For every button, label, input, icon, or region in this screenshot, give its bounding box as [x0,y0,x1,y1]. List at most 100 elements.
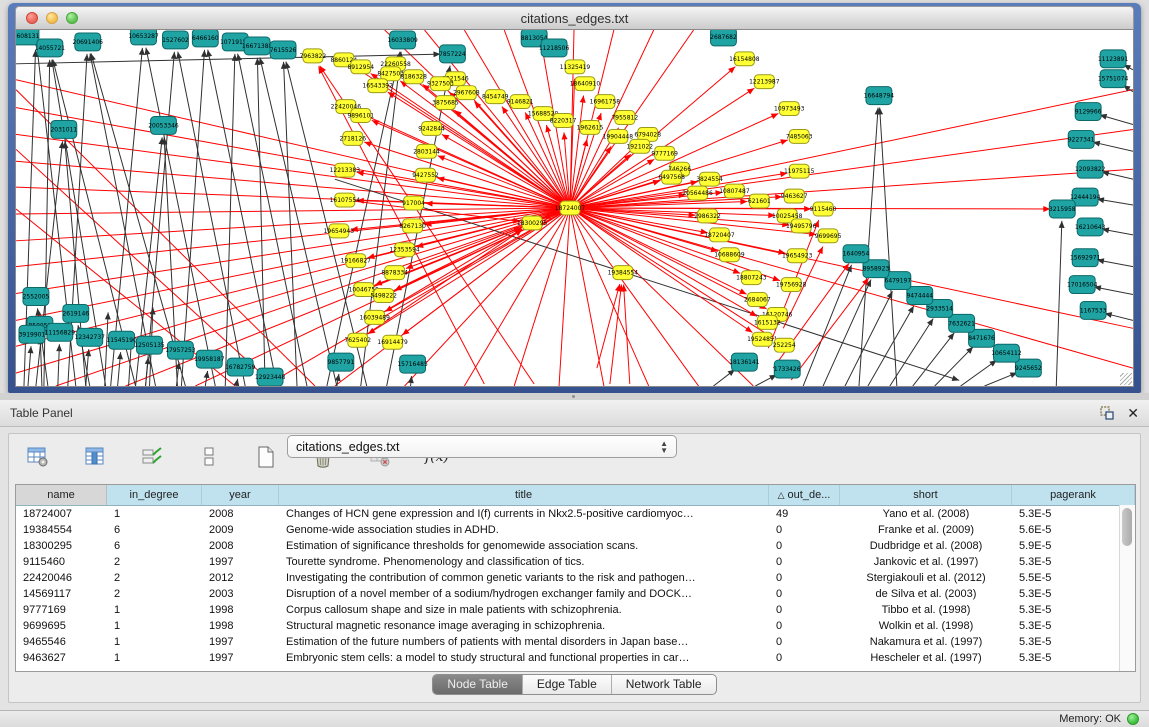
graph-node-label: 8186328 [400,74,427,81]
graph-node-label: 9245652 [1015,365,1042,372]
table-cell: Franke et al. (2009) [840,524,1012,536]
window-title: citations_edges.txt [521,11,629,26]
close-panel-icon[interactable]: ✕ [1127,406,1139,420]
graph-node-label: 6479197 [885,278,912,285]
graph-node-label: 7955812 [612,115,639,122]
column-header-name[interactable]: name [16,485,107,505]
graph-node-label: 2933514 [926,305,953,312]
graph-node-label: 2684067 [744,296,771,303]
graph-node-label: 16961758 [590,99,621,106]
column-header-out-degree[interactable]: △out_de... [769,485,840,505]
table-cell: 18300295 [16,540,107,552]
column-header-in-degree[interactable]: in_degree [107,485,202,505]
graph-node-label: 14055721 [35,45,66,52]
graph-node-label: 3919901 [19,331,46,338]
table-row[interactable]: 946554611997Estimation of the future num… [16,634,1135,650]
select-rows-button[interactable] [137,444,167,470]
table-row[interactable]: 1456911722003Disruption of a novel membe… [16,586,1135,602]
table-cell: 0 [769,588,840,600]
table-cell: 5.5E-5 [1012,572,1135,584]
graph-node-label: 10973493 [774,106,805,113]
table-row[interactable]: 911546021997Tourette syndrome. Phenomeno… [16,554,1135,570]
table-cell: Dudbridge et al. (2008) [840,540,1012,552]
table-cell: 5.3E-5 [1012,588,1135,600]
column-header-title[interactable]: title [279,485,769,505]
table-cell: 2012 [202,572,279,584]
network-canvas[interactable]: 1872400788601248912954222605588427503165… [15,30,1134,387]
table-row[interactable]: 977716911998Corpus callosum shape and si… [16,602,1135,618]
panel-splitter[interactable] [0,393,1149,400]
tab-node-table[interactable]: Node Table [433,675,523,694]
show-column-button[interactable] [80,444,110,470]
table-cell: 19384554 [16,524,107,536]
table-cell: 14569117 [16,588,107,600]
table-row[interactable]: 1830029562008Estimation of significance … [16,538,1135,554]
table-cell: 0 [769,524,840,536]
graph-node-label: 18136141 [729,359,760,366]
sort-ascending-icon: △ [778,490,785,501]
tab-edge-table[interactable]: Edge Table [523,675,612,694]
table-cell: Stergiakouli et al. (2012) [840,572,1012,584]
table-gear-icon [27,447,49,467]
float-panel-icon[interactable] [1100,406,1115,420]
table-cell: Hescheler et al. (1997) [840,652,1012,664]
table-cell: 1998 [202,620,279,632]
table-row[interactable]: 946362711997Embryonic stem cells: a mode… [16,650,1135,666]
graph-node-label: 2608131 [16,33,39,40]
zoom-window-button[interactable] [66,12,78,24]
graph-node-label: 11123891 [1098,56,1129,63]
graph-node-label: 19958187 [194,356,225,363]
table-cell: 0 [769,620,840,632]
table-cell: Investigating the contribution of common… [279,572,769,584]
table-cell: 9777169 [16,604,107,616]
table-row[interactable]: 2242004622012Investigating the contribut… [16,570,1135,586]
scrollbar-thumb[interactable] [1122,508,1132,546]
graph-node-label: 10807487 [719,188,750,195]
graph-node-label: 9699695 [815,233,842,240]
table-cell: 0 [769,540,840,552]
tab-network-table[interactable]: Network Table [612,675,716,694]
row-height-button[interactable] [194,444,224,470]
table-row[interactable]: 969969511998Structural magnetic resonanc… [16,618,1135,634]
application-screen: citations_edges.txt 18724007886012489129… [0,0,1149,727]
graph-node-label: 16543392 [362,83,393,90]
table-cell: 6 [107,524,202,536]
table-cell: Corpus callosum shape and size in male p… [279,604,769,616]
window-titlebar[interactable]: citations_edges.txt [15,6,1134,30]
column-header-pagerank[interactable]: pagerank [1012,485,1135,505]
graph-node-label: 9463627 [781,193,808,200]
table-panel-header: Table Panel ✕ [0,400,1149,427]
graph-node-label: 11975115 [784,168,815,175]
table-scrollbar[interactable] [1119,505,1135,671]
table-cell: Estimation of significance thresholds fo… [279,540,769,552]
graph-node-label: 12923448 [255,374,286,381]
minimize-window-button[interactable] [46,12,58,24]
window-resize-grip[interactable] [1120,373,1132,385]
table-cell: 1998 [202,604,279,616]
new-table-button[interactable] [251,444,281,470]
table-row[interactable]: 1872400712008Changes of HCN gene express… [16,506,1135,522]
graph-node-label: 2552005 [23,293,50,300]
table-row[interactable]: 1938455462009Genome-wide association stu… [16,522,1135,538]
table-cell: 1 [107,604,202,616]
table-cell: 22420046 [16,572,107,584]
graph-node-label: 11325419 [560,64,591,71]
graph-node-label: 16154808 [729,56,760,63]
graph-node-label: 8912954 [347,64,374,71]
table-tabs: Node Table Edge Table Network Table [9,674,1140,695]
table-cell: Structural magnetic resonance image aver… [279,620,769,632]
graph-node-label: 2718126 [339,135,366,142]
column-header-short[interactable]: short [840,485,1012,505]
graph-node-label: 9474444 [906,293,933,300]
network-window[interactable]: citations_edges.txt 18724007886012489129… [8,3,1141,393]
column-header-year[interactable]: year [202,485,279,505]
network-graph[interactable]: 1872400788601248912954222605588427503165… [16,30,1133,386]
graph-node-label: 1962615 [577,124,604,131]
table-mode-button[interactable] [23,444,53,470]
table-cell: 6 [107,540,202,552]
table-selector-dropdown[interactable]: citations_edges.txt ▲▼ [287,435,677,458]
dropdown-stepper-icon: ▲▼ [660,440,668,454]
table-cell: 5.9E-5 [1012,540,1135,552]
graph-node-label: 2803144 [413,148,440,155]
close-window-button[interactable] [26,12,38,24]
